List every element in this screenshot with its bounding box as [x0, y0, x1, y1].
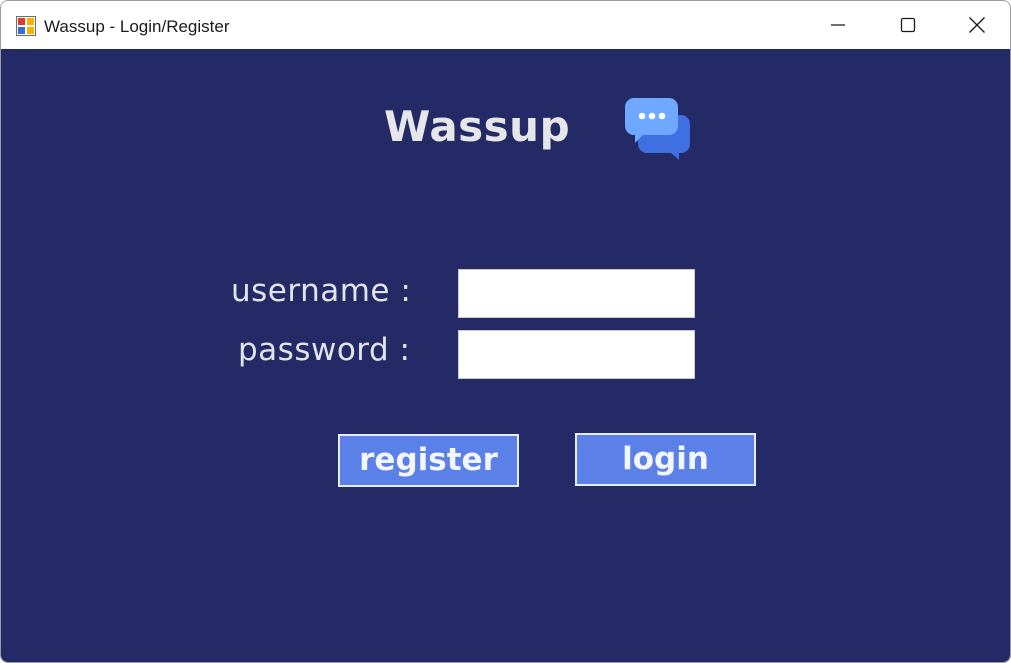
password-label: password : [238, 332, 411, 368]
maximize-icon [900, 17, 916, 33]
password-input[interactable] [458, 330, 695, 379]
login-panel: Wassup username : password : register lo… [1, 49, 1010, 662]
close-button[interactable] [942, 1, 1010, 49]
login-window: Wassup - Login/Register Wassup username … [0, 0, 1011, 663]
maximize-button[interactable] [873, 1, 943, 49]
minimize-button[interactable] [803, 1, 873, 49]
username-input[interactable] [458, 269, 695, 318]
title-bar[interactable]: Wassup - Login/Register [1, 1, 1010, 49]
close-icon [969, 17, 985, 33]
login-button[interactable]: login [575, 433, 756, 486]
window-title: Wassup - Login/Register [44, 17, 230, 36]
username-label: username : [231, 273, 412, 309]
app-icon [16, 16, 36, 36]
brand-title: Wassup [384, 102, 571, 151]
register-button[interactable]: register [338, 434, 519, 487]
minimize-icon [831, 24, 845, 26]
chat-bubbles-icon [625, 98, 690, 160]
